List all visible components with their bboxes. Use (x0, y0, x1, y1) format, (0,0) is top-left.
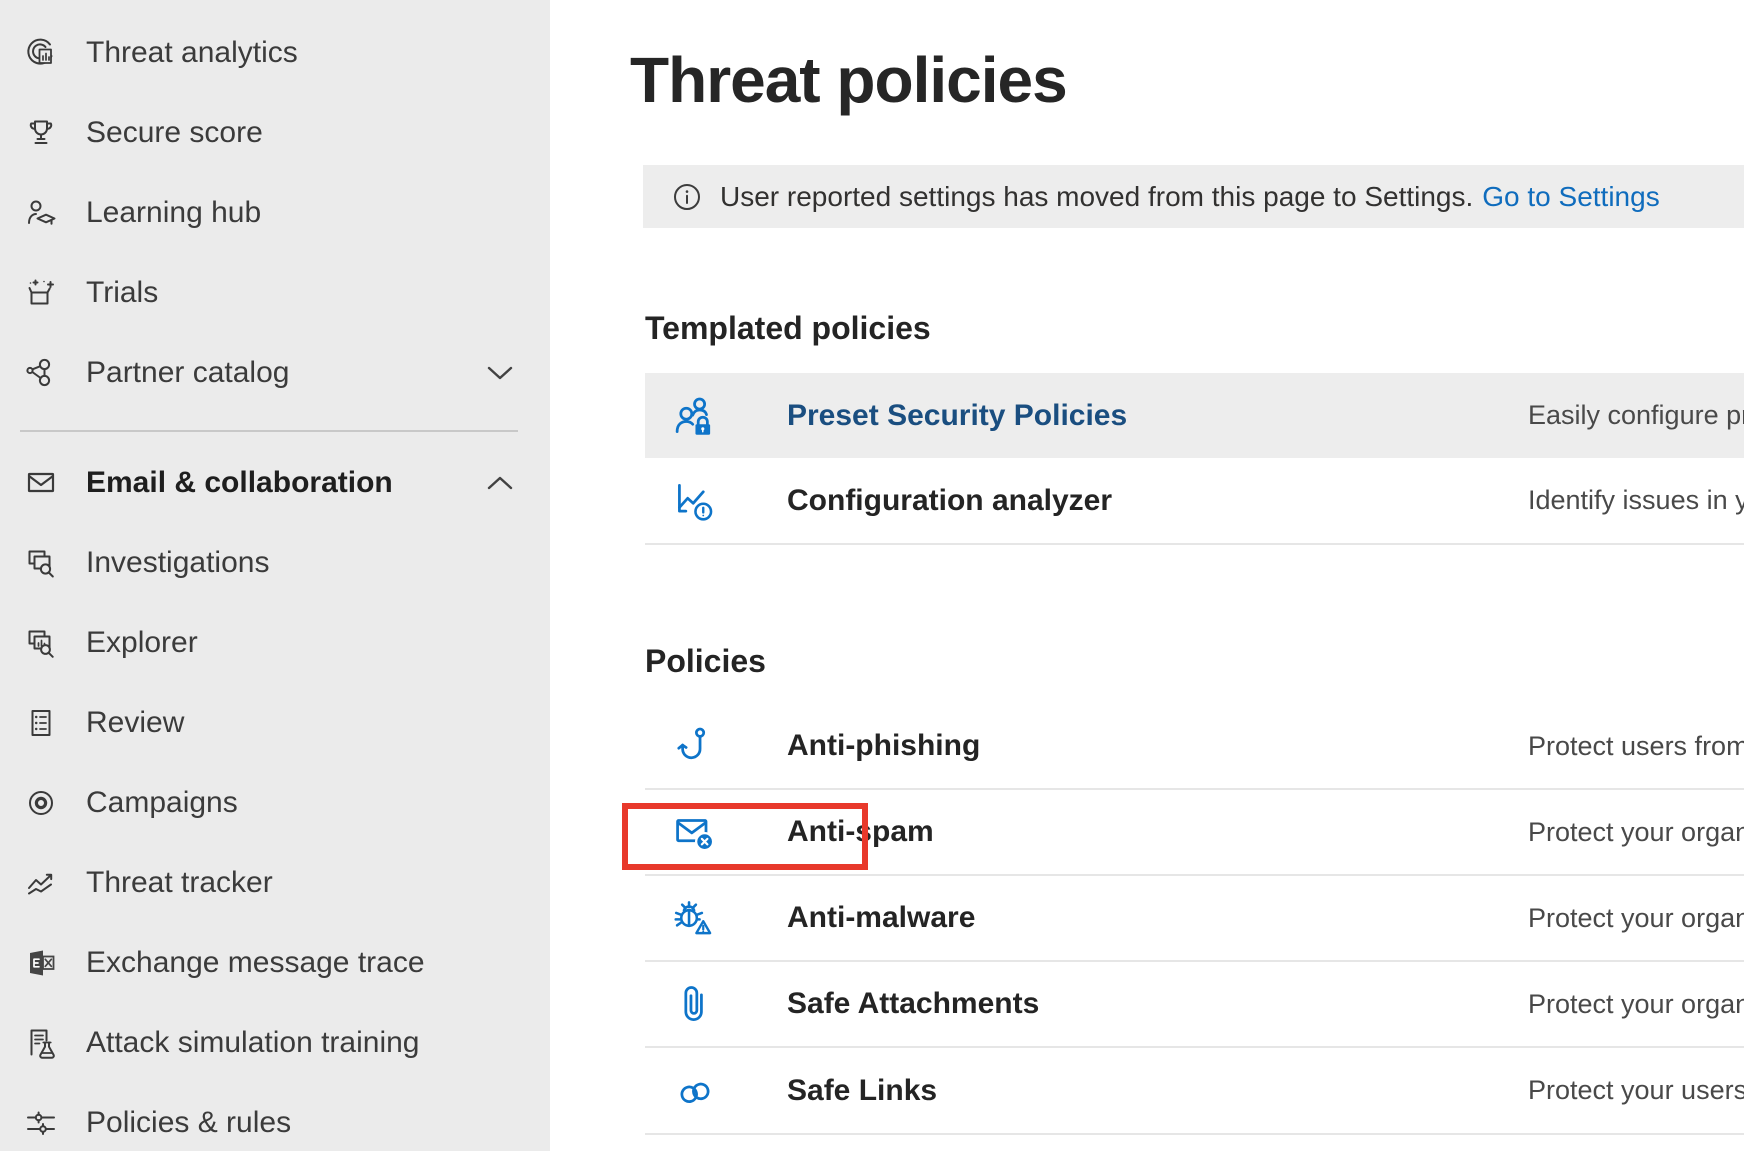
sidebar-item-investigations[interactable]: Investigations (0, 523, 550, 603)
info-banner: User reported settings has moved from th… (643, 165, 1744, 228)
row-label[interactable]: Anti-phishing (787, 729, 980, 763)
page-title: Threat policies (630, 40, 1067, 120)
row-description: Protect your organiz (1528, 817, 1744, 848)
sidebar-item-threat-tracker[interactable]: Threat tracker (0, 843, 550, 923)
chart-info-icon (673, 479, 717, 523)
sidebar-item-secure-score[interactable]: Secure score (0, 93, 550, 173)
sidebar-item-label: Campaigns (86, 786, 238, 820)
sidebar-item-label: Trials (86, 276, 158, 310)
bullseye-icon (24, 786, 58, 820)
row-safe-links[interactable]: Safe Links Protect your users fr (645, 1048, 1744, 1135)
bug-warning-icon (673, 896, 717, 940)
sidebar-item-partner-catalog[interactable]: Partner catalog (0, 333, 550, 413)
row-label[interactable]: Safe Links (787, 1074, 937, 1108)
trend-lines-icon (24, 866, 58, 900)
sidebar-item-label: Exchange message trace (86, 946, 425, 980)
chevron-down-icon[interactable] (486, 364, 514, 382)
document-flask-icon (24, 1026, 58, 1060)
sidebar-item-threat-analytics[interactable]: Threat analytics (0, 13, 550, 93)
people-lock-icon (673, 394, 717, 438)
sidebar-item-label: Attack simulation training (86, 1026, 420, 1060)
sidebar-item-label: Review (86, 706, 184, 740)
sidebar-item-review[interactable]: Review (0, 683, 550, 763)
row-anti-malware[interactable]: Anti-malware Protect your organiz (645, 876, 1744, 962)
row-description: Protect your users fr (1528, 1075, 1744, 1106)
sidebar-item-campaigns[interactable]: Campaigns (0, 763, 550, 843)
row-description: Protect your organiz (1528, 989, 1744, 1020)
trophy-icon (24, 116, 58, 150)
sidebar-item-label: Partner catalog (86, 356, 289, 390)
sidebar: Threat analytics Secure score Learning h… (0, 0, 550, 1151)
frames-chart-magnifier-icon (24, 626, 58, 660)
envelope-blocked-icon (673, 810, 717, 854)
sidebar-item-label: Secure score (86, 116, 263, 150)
frames-magnifier-icon (24, 546, 58, 580)
info-icon (672, 182, 702, 212)
exchange-logo-icon (24, 946, 58, 980)
row-safe-attachments[interactable]: Safe Attachments Protect your organiz (645, 962, 1744, 1048)
row-anti-phishing[interactable]: Anti-phishing Protect users from p (645, 704, 1744, 790)
row-label[interactable]: Anti-malware (787, 901, 975, 935)
sidebar-divider (20, 430, 518, 432)
row-configuration-analyzer[interactable]: Configuration analyzer Identify issues i… (645, 458, 1744, 545)
row-description: Identify issues in you (1528, 485, 1744, 516)
row-label[interactable]: Preset Security Policies (787, 399, 1127, 433)
sliders-icon (24, 1106, 58, 1140)
paperclip-icon (673, 982, 717, 1026)
sidebar-item-trials[interactable]: Trials (0, 253, 550, 333)
sidebar-item-exchange-message-trace[interactable]: Exchange message trace (0, 923, 550, 1003)
row-label[interactable]: Anti-spam (787, 815, 934, 849)
section-heading-templated-policies: Templated policies (645, 309, 931, 347)
sidebar-item-label: Threat analytics (86, 36, 298, 70)
row-description: Protect users from p (1528, 731, 1744, 762)
partner-nodes-icon (24, 356, 58, 390)
sidebar-group-email-collaboration[interactable]: Email & collaboration (0, 443, 550, 523)
sidebar-item-policies-rules[interactable]: Policies & rules (0, 1083, 550, 1163)
learning-hub-icon (24, 196, 58, 230)
sidebar-item-label: Explorer (86, 626, 198, 660)
row-label[interactable]: Safe Attachments (787, 987, 1039, 1021)
chain-links-icon (673, 1069, 717, 1113)
row-description: Easily configure prot (1528, 400, 1744, 431)
gift-sparkles-icon (24, 276, 58, 310)
sidebar-item-label: Learning hub (86, 196, 261, 230)
fish-hook-icon (673, 724, 717, 768)
sidebar-item-label: Investigations (86, 546, 269, 580)
sidebar-group-label: Email & collaboration (86, 466, 393, 500)
sidebar-item-attack-simulation-training[interactable]: Attack simulation training (0, 1003, 550, 1083)
sidebar-item-label: Policies & rules (86, 1106, 291, 1140)
sidebar-item-learning-hub[interactable]: Learning hub (0, 173, 550, 253)
envelope-icon (24, 466, 58, 500)
row-anti-spam[interactable]: Anti-spam Protect your organiz (645, 790, 1744, 876)
sidebar-item-label: Threat tracker (86, 866, 273, 900)
row-preset-security-policies[interactable]: Preset Security Policies Easily configur… (645, 373, 1744, 458)
checklist-icon (24, 706, 58, 740)
threat-analytics-icon (24, 36, 58, 70)
sidebar-item-explorer[interactable]: Explorer (0, 603, 550, 683)
section-heading-policies: Policies (645, 642, 766, 680)
go-to-settings-link[interactable]: Go to Settings (1482, 181, 1659, 213)
row-label[interactable]: Configuration analyzer (787, 484, 1112, 518)
chevron-up-icon[interactable] (486, 474, 514, 492)
banner-text: User reported settings has moved from th… (720, 181, 1473, 213)
row-description: Protect your organiz (1528, 903, 1744, 934)
